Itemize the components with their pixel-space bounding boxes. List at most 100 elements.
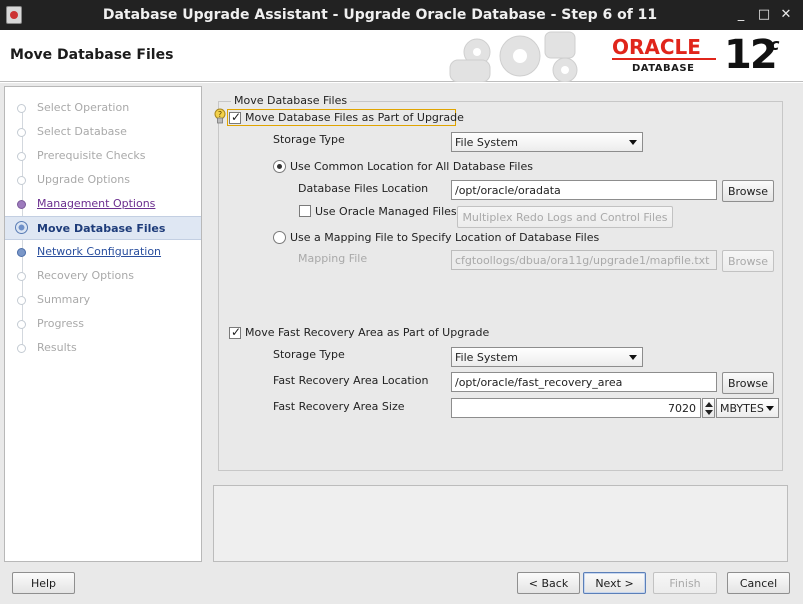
- chevron-down-icon: [629, 355, 637, 360]
- multiplex-label: Multiplex Redo Logs and Control Files: [462, 211, 668, 224]
- gears-graphic-icon: [449, 31, 578, 82]
- sidebar-item-move-database-files[interactable]: Move Database Files: [5, 216, 201, 240]
- mapping-file-label: Mapping File: [298, 252, 368, 265]
- sidebar-item-prerequisite-checks: Prerequisite Checks: [5, 145, 201, 167]
- step-dot-icon: [17, 128, 26, 137]
- close-button[interactable]: ✕: [778, 7, 794, 22]
- lightbulb-hint-icon[interactable]: ?: [214, 108, 226, 126]
- step-dot-icon: [17, 248, 26, 257]
- db-files-location-value: /opt/oracle/oradata: [455, 184, 561, 197]
- storage-type-select[interactable]: File System: [451, 132, 643, 152]
- step-label: Results: [37, 341, 77, 354]
- db-files-location-label: Database Files Location: [298, 182, 429, 195]
- step-label: Summary: [37, 293, 91, 306]
- move-fra-checkbox[interactable]: [229, 325, 241, 339]
- oracle-logo: ORACLE: [612, 35, 701, 59]
- browse-label: Browse: [727, 377, 769, 390]
- storage-type-value: File System: [455, 136, 518, 149]
- sidebar-item-results: Results: [5, 337, 201, 359]
- header-banner: Move Database Files ORACLE DATABASE 12 c: [0, 30, 803, 82]
- step-label: Prerequisite Checks: [37, 149, 146, 162]
- group-title: Move Database Files: [231, 94, 351, 107]
- multiplex-redo-logs-button[interactable]: Multiplex Redo Logs and Control Files: [457, 206, 673, 228]
- current-step-icon: [15, 221, 28, 234]
- back-label: < Back: [528, 577, 569, 590]
- step-label: Upgrade Options: [37, 173, 130, 186]
- fra-size-value: 7020: [668, 402, 696, 415]
- storage-type-label: Storage Type: [273, 133, 345, 146]
- fra-size-label: Fast Recovery Area Size: [273, 400, 405, 413]
- fra-browse-button[interactable]: Browse: [722, 372, 774, 394]
- step-label: Select Database: [37, 125, 127, 138]
- sidebar-item-upgrade-options: Upgrade Options: [5, 169, 201, 191]
- window-title: Database Upgrade Assistant - Upgrade Ora…: [102, 7, 658, 23]
- sidebar-item-management-options[interactable]: Management Options: [5, 193, 201, 215]
- move-fra-label[interactable]: Move Fast Recovery Area as Part of Upgra…: [245, 326, 489, 339]
- version-label: 12: [724, 32, 778, 78]
- fra-storage-type-label: Storage Type: [273, 348, 345, 361]
- fra-storage-type-value: File System: [455, 351, 518, 364]
- fra-location-input[interactable]: /opt/oracle/fast_recovery_area: [451, 372, 717, 392]
- chevron-down-icon: [766, 406, 774, 411]
- spinner-down-icon[interactable]: [705, 410, 713, 415]
- oracle-managed-files-label[interactable]: Use Oracle Managed Files: [315, 205, 457, 218]
- sidebar-item-summary: Summary: [5, 289, 201, 311]
- fra-location-label: Fast Recovery Area Location: [273, 374, 429, 387]
- mapping-file-radio[interactable]: [273, 231, 286, 244]
- mapping-file-value: cfgtoollogs/dbua/ora11g/upgrade1/mapfile…: [455, 254, 710, 267]
- step-dot-icon: [17, 104, 26, 113]
- next-label: Next >: [595, 577, 634, 590]
- help-button[interactable]: Help: [12, 572, 75, 594]
- sidebar-item-select-operation: Select Operation: [5, 97, 201, 119]
- database-label: DATABASE: [632, 63, 695, 74]
- sidebar-item-recovery-options: Recovery Options: [5, 265, 201, 287]
- title-bar[interactable]: Database Upgrade Assistant - Upgrade Ora…: [0, 0, 803, 30]
- fra-size-unit-select[interactable]: MBYTES: [716, 398, 779, 418]
- step-dot-icon: [17, 272, 26, 281]
- common-location-label[interactable]: Use Common Location for All Database Fil…: [290, 160, 533, 173]
- spinner-up-icon[interactable]: [705, 402, 713, 407]
- step-dot-icon: [17, 320, 26, 329]
- cancel-label: Cancel: [739, 577, 778, 590]
- step-label: Progress: [37, 317, 84, 330]
- step-dot-icon: [17, 152, 26, 161]
- sidebar-item-progress: Progress: [5, 313, 201, 335]
- svg-text:?: ?: [218, 110, 222, 119]
- mapping-file-input[interactable]: cfgtoollogs/dbua/ora11g/upgrade1/mapfile…: [451, 250, 717, 270]
- move-db-files-label[interactable]: Move Database Files as Part of Upgrade: [245, 111, 464, 124]
- mapping-file-option-label[interactable]: Use a Mapping File to Specify Location o…: [290, 231, 599, 244]
- maximize-button[interactable]: □: [756, 7, 772, 22]
- back-button[interactable]: < Back: [517, 572, 580, 594]
- next-button[interactable]: Next >: [583, 572, 646, 594]
- step-label: Select Operation: [37, 101, 130, 114]
- finish-label: Finish: [669, 577, 701, 590]
- move-db-files-checkbox[interactable]: [229, 110, 241, 124]
- step-dot-icon: [17, 296, 26, 305]
- oracle-managed-files-checkbox[interactable]: [299, 205, 311, 217]
- db-files-browse-button[interactable]: Browse: [722, 180, 774, 202]
- fra-storage-type-select[interactable]: File System: [451, 347, 643, 367]
- step-label: Move Database Files: [37, 222, 166, 235]
- step-dot-icon: [17, 200, 26, 209]
- cancel-button[interactable]: Cancel: [727, 572, 790, 594]
- sidebar-item-network-configuration[interactable]: Network Configuration: [5, 241, 201, 263]
- browse-label: Browse: [727, 255, 769, 268]
- step-label[interactable]: Network Configuration: [37, 245, 161, 258]
- fra-size-unit-value: MBYTES: [720, 402, 764, 415]
- step-label[interactable]: Management Options: [37, 197, 155, 210]
- minimize-button[interactable]: _: [733, 7, 749, 22]
- step-dot-icon: [17, 176, 26, 185]
- mapping-file-browse-button[interactable]: Browse: [722, 250, 774, 272]
- fra-location-value: /opt/oracle/fast_recovery_area: [455, 376, 623, 389]
- browse-label: Browse: [727, 185, 769, 198]
- fra-size-input[interactable]: 7020: [451, 398, 701, 418]
- step-dot-icon: [17, 344, 26, 353]
- db-files-location-input[interactable]: /opt/oracle/oradata: [451, 180, 717, 200]
- fra-size-spinner[interactable]: [702, 398, 715, 418]
- common-location-radio[interactable]: [273, 160, 286, 173]
- step-label: Recovery Options: [37, 269, 134, 282]
- page-title: Move Database Files: [10, 47, 174, 63]
- finish-button[interactable]: Finish: [653, 572, 717, 594]
- chevron-down-icon: [629, 140, 637, 145]
- help-label: Help: [30, 577, 57, 590]
